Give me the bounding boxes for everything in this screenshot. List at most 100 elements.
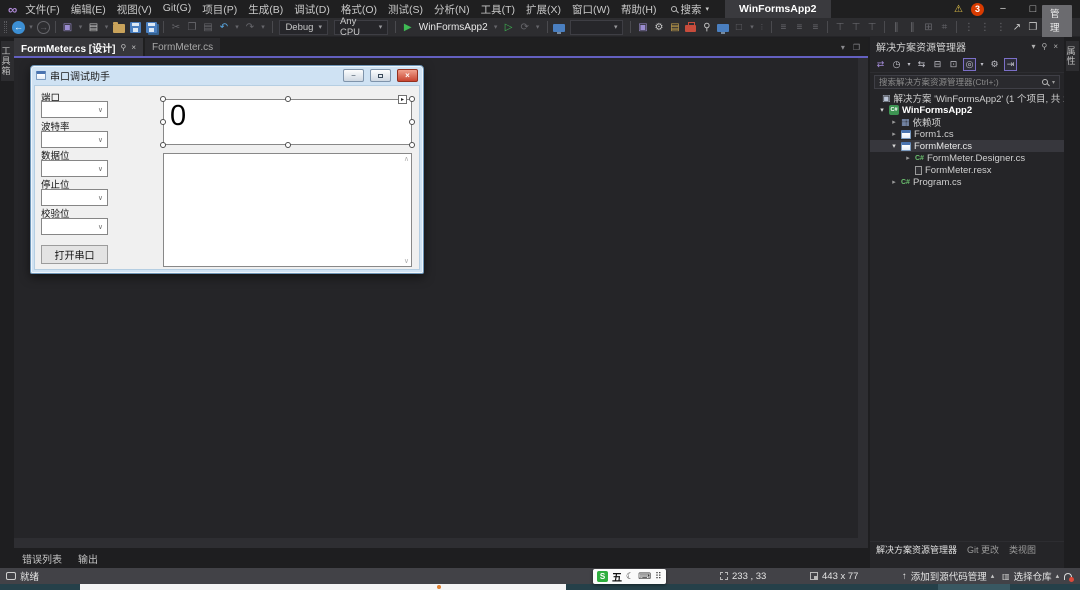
pin-icon[interactable]: ⚲ (1041, 42, 1047, 51)
size-to-grid-button[interactable]: ⌗ (937, 19, 951, 35)
select-repo-button[interactable]: ▥ 选择仓库 ▴ (1002, 568, 1059, 584)
float-window-icon[interactable]: ❐ (1026, 19, 1040, 35)
undo-button[interactable]: ↶ (217, 19, 231, 35)
tree-item-program[interactable]: ▸ C# Program.cs (870, 176, 1064, 188)
navigate-forward-button[interactable]: → (37, 21, 50, 34)
form-maximize-button[interactable] (370, 69, 391, 82)
tree-item-solution[interactable]: ▣ 解决方案 'WinFormsApp2' (1 个项目, 共 1 个) (870, 92, 1064, 104)
display-textbox-selected[interactable]: 0 ▸ (163, 99, 412, 145)
collapse-arrow-icon[interactable]: ▸ (890, 130, 898, 138)
expand-arrow-icon[interactable]: ▾ (890, 142, 898, 150)
form-minimize-button[interactable]: − (343, 69, 364, 82)
feedback-button[interactable]: ▤ (668, 19, 682, 35)
save-all-button[interactable] (144, 19, 158, 35)
moon-icon[interactable]: ☾ (626, 571, 634, 582)
undo-dropdown[interactable]: ▾ (233, 19, 241, 35)
menu-git[interactable]: Git(G) (163, 2, 192, 17)
form-client-area[interactable]: 端口 ∨ 波特率 ∨ 数据位 ∨ 停止位 ∨ 校验位 ∨ 打开串口 0 (34, 85, 420, 270)
redo-button[interactable]: ↷ (243, 19, 257, 35)
track-active-item-toggle[interactable]: ◎ (963, 58, 976, 71)
tree-item-formmeter[interactable]: ▾ FormMeter.cs (870, 140, 1064, 152)
menu-test[interactable]: 测试(S) (388, 2, 423, 17)
collapse-arrow-icon[interactable]: ▸ (890, 118, 898, 126)
editor-horizontal-scrollbar[interactable] (14, 538, 858, 548)
menu-extensions[interactable]: 扩展(X) (526, 2, 561, 17)
resize-handle[interactable] (160, 142, 166, 148)
make-same-size-button[interactable]: ⊞ (921, 19, 935, 35)
show-all-files-icon[interactable]: ⊡ (947, 58, 960, 71)
new-project-button[interactable]: ▣ (60, 19, 74, 35)
align-bottoms-button[interactable]: ⊤ (865, 19, 879, 35)
stopbits-combobox[interactable]: ∨ (41, 189, 108, 206)
feedback-status-item[interactable]: 就绪 (6, 568, 39, 584)
sync-with-active-document-icon[interactable]: ⇆ (915, 58, 928, 71)
hot-reload-dropdown[interactable]: ▾ (534, 19, 542, 35)
designer-canvas[interactable]: 串口调试助手 − × 端口 ∨ 波特率 ∨ 数据位 ∨ 停止位 ∨ (14, 58, 868, 548)
switch-views-icon[interactable]: ⇄ (874, 58, 887, 71)
resize-handle[interactable] (409, 142, 415, 148)
resize-handle[interactable] (409, 96, 415, 102)
expand-arrow-icon[interactable]: ▾ (878, 106, 886, 114)
tab-error-list[interactable]: 错误列表 (22, 551, 62, 566)
designed-form-titlebar[interactable]: 串口调试助手 − × (31, 66, 423, 85)
tree-item-form1[interactable]: ▸ Form1.cs (870, 128, 1064, 140)
browser-icon[interactable] (552, 19, 566, 35)
start-dropdown[interactable]: ▾ (492, 19, 500, 35)
resize-handle[interactable] (285, 142, 291, 148)
databits-combobox[interactable]: ∨ (41, 160, 108, 177)
tab-output[interactable]: 输出 (78, 551, 98, 566)
tab-solution-explorer[interactable]: 解决方案资源管理器 (876, 543, 957, 556)
maximize-button[interactable]: □ (1022, 3, 1044, 15)
scroll-up-icon[interactable]: ∧ (404, 155, 409, 163)
ime-mode-indicator[interactable]: 五 (612, 569, 622, 584)
menu-analyze[interactable]: 分析(N) (434, 2, 470, 17)
hot-reload-button[interactable]: ⟳ (518, 19, 532, 35)
menu-edit[interactable]: 编辑(E) (71, 2, 106, 17)
tree-item-dependencies[interactable]: ▸ ▦ 依赖项 (870, 116, 1064, 128)
align-middles-button[interactable]: ⊤ (849, 19, 863, 35)
ime-toolbar[interactable]: S 五 ☾ ⌨ ⠿ (593, 569, 666, 584)
new-file-button[interactable]: ▤ (86, 19, 100, 35)
smart-tag-button[interactable]: ▸ (398, 95, 407, 104)
redo-dropdown[interactable]: ▾ (259, 19, 267, 35)
keyboard-icon[interactable]: ⌨ (638, 571, 651, 582)
toolbox-vertical-tab[interactable]: 工具箱 (1, 41, 14, 81)
tab-formmeter-code[interactable]: FormMeter.cs (145, 38, 220, 56)
menu-project[interactable]: 项目(P) (202, 2, 237, 17)
collapse-arrow-icon[interactable]: ▸ (904, 154, 912, 162)
preview-selected-items-toggle[interactable]: ⇥ (1004, 58, 1017, 71)
tab-git-changes[interactable]: Git 更改 (967, 543, 999, 556)
solution-name-chip[interactable]: WinFormsApp2 (725, 0, 831, 18)
wrench-icon[interactable]: ⚙ (652, 19, 666, 35)
menu-build[interactable]: 生成(B) (248, 2, 283, 17)
navigate-back-dropdown[interactable]: ▾ (27, 19, 35, 35)
add-source-control-button[interactable]: ↑ 添加到源代码管理 ▴ (902, 568, 994, 584)
start-debug-button[interactable]: ▶ (401, 19, 415, 35)
notification-bell-button[interactable] (1064, 568, 1072, 584)
empty-dropdown[interactable]: ▾ (570, 20, 623, 35)
pin-icon[interactable]: ⚲ (700, 19, 714, 35)
tab-list-dropdown-icon[interactable]: ▾ (841, 43, 845, 52)
toolbar-grip[interactable] (4, 21, 7, 33)
align-lefts-button[interactable]: ≡ (776, 19, 790, 35)
close-icon[interactable]: × (131, 43, 136, 52)
make-same-height-button[interactable]: ∥ (905, 19, 919, 35)
device-monitor-button[interactable] (716, 19, 730, 35)
port-combobox[interactable]: ∨ (41, 101, 108, 118)
resize-handle[interactable] (160, 119, 166, 125)
resize-handle[interactable] (160, 96, 166, 102)
menu-file[interactable]: 文件(F) (25, 2, 59, 17)
spacing-buttons[interactable]: ⋮ (978, 19, 992, 35)
form-close-button[interactable]: × (397, 69, 418, 82)
platform-dropdown[interactable]: Any CPU ▾ (334, 20, 388, 35)
float-tab-icon[interactable]: ❐ (853, 43, 860, 52)
configuration-dropdown[interactable]: Debug ▾ (279, 20, 328, 35)
ime-logo-icon[interactable]: S (597, 571, 608, 582)
new-window-button[interactable]: □ (732, 19, 746, 35)
align-tops-button[interactable]: ⊤ (833, 19, 847, 35)
paste-button[interactable]: ▤ (201, 19, 215, 35)
align-centers-button[interactable]: ≡ (792, 19, 806, 35)
window-dropdown[interactable]: ▾ (748, 19, 756, 35)
menu-debug[interactable]: 调试(D) (294, 2, 330, 17)
tree-item-formmeter-resx[interactable]: FormMeter.resx (870, 164, 1064, 176)
